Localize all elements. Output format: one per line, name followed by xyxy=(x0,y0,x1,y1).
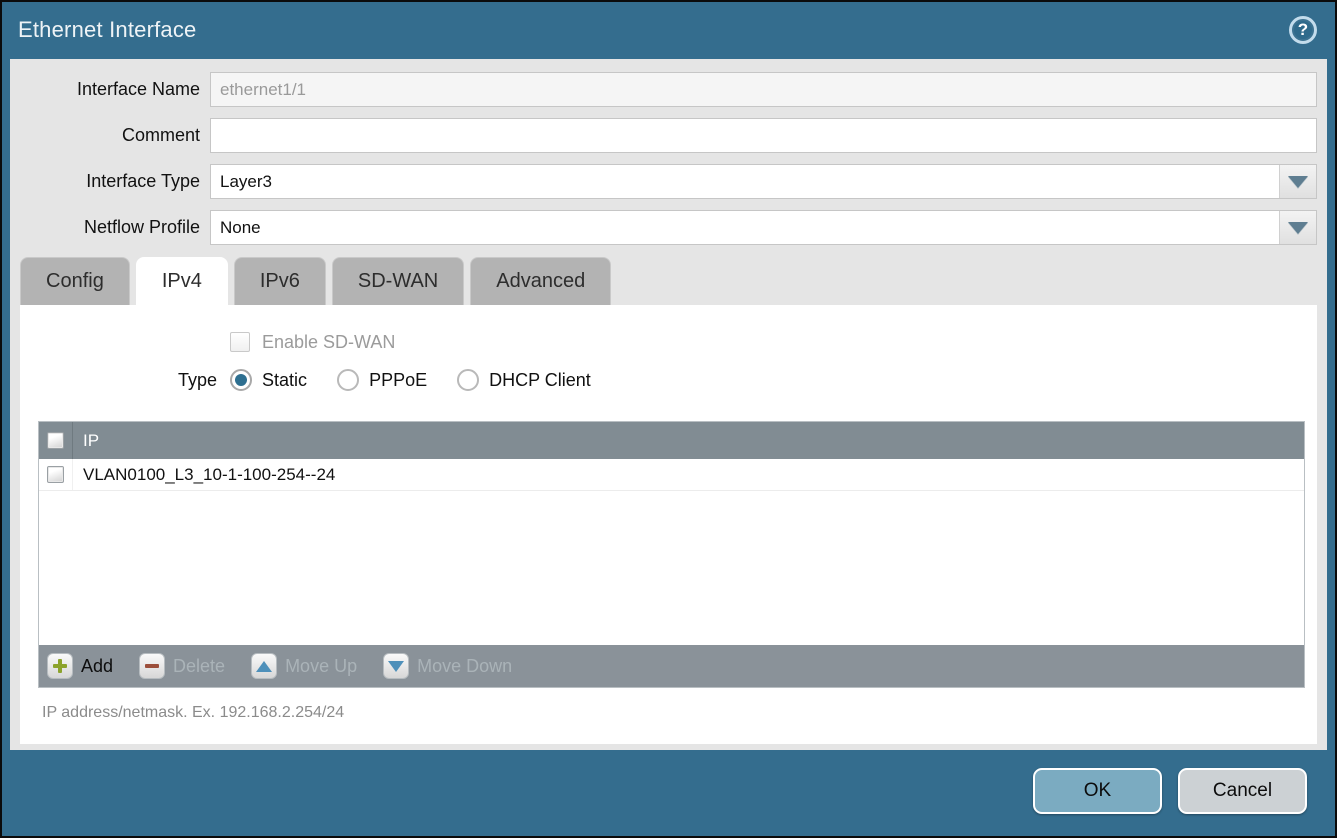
radio-dhcp-client[interactable] xyxy=(457,369,479,391)
enable-sdwan-checkbox xyxy=(230,332,250,352)
dialog-title: Ethernet Interface xyxy=(18,17,196,43)
interface-type-dropdown[interactable]: Layer3 xyxy=(210,164,1317,199)
radio-static[interactable] xyxy=(230,369,252,391)
move-down-button: Move Down xyxy=(383,653,512,679)
chevron-down-icon xyxy=(1288,222,1308,234)
radio-dot xyxy=(235,374,247,386)
ip-column-header: IP xyxy=(73,431,99,451)
interface-type-dropdown-button[interactable] xyxy=(1279,165,1316,198)
arrow-down-icon xyxy=(383,653,409,679)
ethernet-interface-dialog: Ethernet Interface ? Interface Name Comm… xyxy=(0,0,1337,838)
type-radio-group: Type Static PPPoE DHCP Client xyxy=(20,354,1317,394)
ipv4-tab-panel: Enable SD-WAN Type Static PPPoE DHCP Cli… xyxy=(20,305,1317,744)
netflow-profile-label: Netflow Profile xyxy=(10,217,210,238)
radio-option-dhcp-client[interactable]: DHCP Client xyxy=(457,369,591,391)
netflow-profile-dropdown-button[interactable] xyxy=(1279,211,1316,244)
enable-sdwan-row: Enable SD-WAN xyxy=(20,305,1317,354)
interface-type-value: Layer3 xyxy=(211,165,1279,198)
comment-label: Comment xyxy=(10,125,210,146)
plus-icon xyxy=(47,653,73,679)
delete-button-label: Delete xyxy=(173,656,225,677)
tab-advanced[interactable]: Advanced xyxy=(470,257,611,305)
dialog-titlebar: Ethernet Interface ? xyxy=(8,4,1329,56)
help-icon[interactable]: ? xyxy=(1289,16,1317,44)
radio-option-static[interactable]: Static xyxy=(230,369,307,391)
radio-pppoe-label: PPPoE xyxy=(369,370,427,391)
row-checkbox[interactable] xyxy=(47,466,64,483)
tab-ipv6[interactable]: IPv6 xyxy=(234,257,326,305)
interface-name-label: Interface Name xyxy=(10,79,210,100)
type-label: Type xyxy=(178,370,217,391)
ip-table-header: IP xyxy=(39,422,1304,459)
select-all-cell xyxy=(39,422,73,459)
radio-dhcp-client-label: DHCP Client xyxy=(489,370,591,391)
delete-button: Delete xyxy=(139,653,225,679)
ok-button[interactable]: OK xyxy=(1033,768,1162,814)
tab-bar: Config IPv4 IPv6 SD-WAN Advanced xyxy=(20,257,1327,305)
select-all-checkbox[interactable] xyxy=(47,432,64,449)
cancel-button[interactable]: Cancel xyxy=(1178,768,1307,814)
minus-icon xyxy=(139,653,165,679)
tab-config[interactable]: Config xyxy=(20,257,130,305)
dialog-body: Interface Name Comment Interface Type La… xyxy=(10,59,1327,750)
table-row[interactable]: VLAN0100_L3_10-1-100-254--24 xyxy=(39,459,1304,491)
interface-name-field xyxy=(210,72,1317,107)
row-checkbox-cell xyxy=(39,459,73,490)
radio-dot xyxy=(462,374,474,386)
ip-table-body: VLAN0100_L3_10-1-100-254--24 xyxy=(39,459,1304,645)
tab-ipv4[interactable]: IPv4 xyxy=(136,257,228,305)
radio-pppoe[interactable] xyxy=(337,369,359,391)
ip-address-table: IP VLAN0100_L3_10-1-100-254--24 Add xyxy=(38,421,1305,688)
dialog-footer: OK Cancel xyxy=(4,748,1333,834)
netflow-profile-value: None xyxy=(211,211,1279,244)
interface-type-row: Interface Type Layer3 xyxy=(10,164,1317,199)
comment-row: Comment xyxy=(10,118,1317,153)
radio-static-label: Static xyxy=(262,370,307,391)
interface-name-row: Interface Name xyxy=(10,72,1317,107)
arrow-up-icon xyxy=(251,653,277,679)
enable-sdwan-label: Enable SD-WAN xyxy=(262,332,395,353)
radio-option-pppoe[interactable]: PPPoE xyxy=(337,369,427,391)
add-button-label: Add xyxy=(81,656,113,677)
move-up-button-label: Move Up xyxy=(285,656,357,677)
move-down-button-label: Move Down xyxy=(417,656,512,677)
netflow-profile-row: Netflow Profile None xyxy=(10,210,1317,245)
netflow-profile-dropdown[interactable]: None xyxy=(210,210,1317,245)
move-up-button: Move Up xyxy=(251,653,357,679)
tab-sdwan[interactable]: SD-WAN xyxy=(332,257,464,305)
ip-address-cell[interactable]: VLAN0100_L3_10-1-100-254--24 xyxy=(73,465,335,485)
radio-dot xyxy=(342,374,354,386)
comment-field[interactable] xyxy=(210,118,1317,153)
ip-format-hint: IP address/netmask. Ex. 192.168.2.254/24 xyxy=(42,704,1317,722)
table-toolbar: Add Delete Move Up Move Down xyxy=(39,645,1304,687)
interface-type-label: Interface Type xyxy=(10,171,210,192)
chevron-down-icon xyxy=(1288,176,1308,188)
add-button[interactable]: Add xyxy=(47,653,113,679)
